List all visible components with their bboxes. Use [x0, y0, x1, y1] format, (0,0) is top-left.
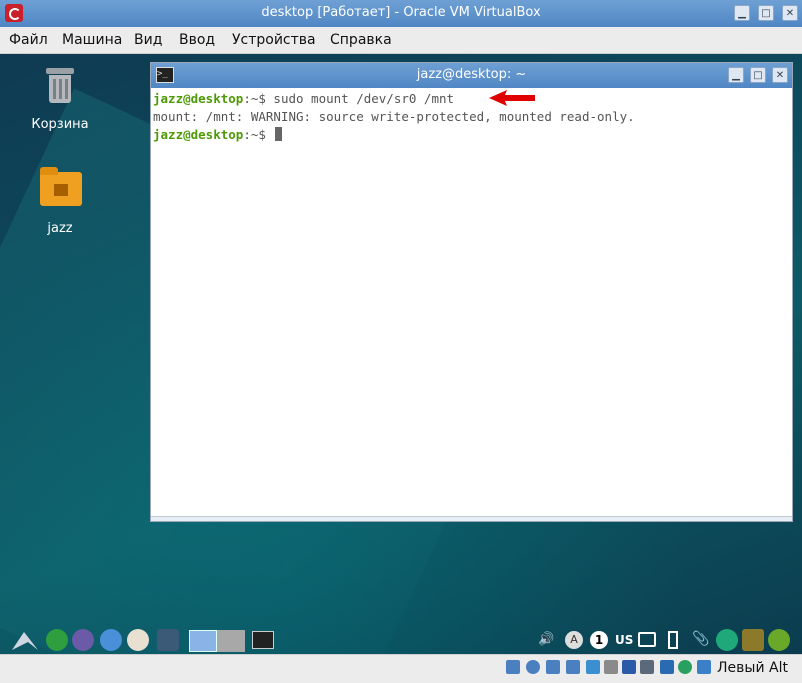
network-icon[interactable] — [638, 632, 656, 647]
menu-machine[interactable]: Машина — [62, 32, 122, 48]
text-cursor — [275, 127, 283, 141]
prompt-user: jazz@desktop — [153, 91, 244, 106]
app-launcher-icon[interactable] — [127, 629, 149, 651]
audio-status-icon[interactable] — [546, 660, 560, 674]
clipboard-icon[interactable]: 📎 — [692, 631, 709, 647]
terminal-line: jazz@desktop:~$ — [153, 126, 790, 144]
command-text: sudo mount /dev/sr0 /mnt — [265, 91, 455, 106]
command-text — [266, 127, 274, 142]
menu-file[interactable]: Файл — [9, 32, 48, 48]
red-arrow-icon — [489, 90, 535, 106]
keyboard-capture-icon[interactable] — [697, 660, 711, 674]
shared-folders-status-icon[interactable] — [604, 660, 618, 674]
hard-disk-status-icon[interactable] — [506, 660, 520, 674]
host-key-label: Левый Alt — [717, 660, 788, 676]
browser-launcher-icon[interactable] — [100, 629, 122, 651]
file-manager-launcher-icon[interactable] — [72, 629, 94, 651]
terminal-line: jazz@desktop:~$ sudo mount /dev/sr0 /mnt — [153, 90, 790, 108]
terminal-line: mount: /mnt: WARNING: source write-prote… — [153, 109, 635, 124]
minimize-button[interactable]: ▁ — [734, 5, 750, 21]
terminal-output[interactable]: jazz@desktop:~$ sudo mount /dev/sr0 /mnt… — [153, 90, 790, 519]
show-desktop-icon[interactable] — [157, 629, 179, 651]
mouse-integration-icon[interactable] — [678, 660, 692, 674]
desktop-icon-label: Корзина — [31, 117, 89, 132]
battery-icon[interactable] — [668, 631, 678, 649]
terminal-minimize-button[interactable]: ▁ — [728, 67, 744, 83]
taskbar-terminal-icon[interactable] — [252, 631, 274, 649]
display-status-icon[interactable] — [622, 660, 636, 674]
power-icon[interactable] — [768, 629, 790, 651]
terminal-close-button[interactable]: ✕ — [772, 67, 788, 83]
accessibility-icon[interactable]: A — [565, 631, 583, 649]
menu-bar: Файл Машина Вид Ввод Устройства Справка — [0, 27, 802, 54]
menu-input[interactable]: Ввод — [179, 32, 215, 48]
workspace-2[interactable] — [217, 630, 245, 652]
vbox-title-bar: desktop [Работает] - Oracle VM VirtualBo… — [0, 0, 802, 27]
desktop-icon-home[interactable]: jazz — [20, 164, 100, 244]
desktop-icon-label: jazz — [47, 221, 73, 236]
terminal-title: jazz@desktop: ~ — [416, 67, 527, 82]
clock-icon[interactable] — [716, 629, 738, 651]
maximize-button[interactable]: □ — [758, 5, 774, 21]
terminal-title-bar[interactable]: >_ jazz@desktop: ~ ▁ □ ✕ — [151, 63, 792, 88]
guest-desktop: Корзина jazz >_ jazz@desktop: ~ ▁ □ ✕ ja… — [0, 54, 802, 654]
workspace-number-badge[interactable]: 1 — [590, 631, 608, 649]
window-title: desktop [Работает] - Oracle VM VirtualBo… — [261, 5, 541, 20]
trash-icon — [46, 68, 74, 104]
workspace-1[interactable] — [189, 630, 217, 652]
volume-icon[interactable]: 🔊 — [538, 632, 554, 647]
network-status-icon[interactable] — [566, 660, 580, 674]
virtualization-status-icon[interactable] — [660, 660, 674, 674]
home-folder-icon — [40, 167, 82, 206]
guest-panel: 🔊 A 1 US 📎 — [0, 626, 802, 656]
recording-status-icon[interactable] — [640, 660, 654, 674]
terminal-maximize-button[interactable]: □ — [750, 67, 766, 83]
terminal-launcher-icon[interactable] — [46, 629, 68, 651]
menu-view[interactable]: Вид — [134, 32, 162, 48]
terminal-bottom-edge — [151, 516, 792, 521]
desktop-icon-trash[interactable]: Корзина — [20, 54, 100, 134]
vbox-status-bar: Левый Alt — [0, 654, 802, 683]
terminal-window[interactable]: >_ jazz@desktop: ~ ▁ □ ✕ jazz@desktop:~$… — [150, 62, 793, 522]
lxqt-start-icon[interactable] — [10, 630, 40, 652]
menu-devices[interactable]: Устройства — [232, 32, 316, 48]
prompt-path: :~$ — [243, 91, 266, 106]
optical-drive-status-icon[interactable] — [526, 660, 540, 674]
menu-help[interactable]: Справка — [330, 32, 392, 48]
close-button[interactable]: ✕ — [782, 5, 798, 21]
screenshot-icon[interactable] — [742, 629, 764, 651]
keyboard-layout[interactable]: US — [615, 633, 633, 647]
usb-status-icon[interactable] — [586, 660, 600, 674]
prompt-path: :~$ — [243, 127, 266, 142]
